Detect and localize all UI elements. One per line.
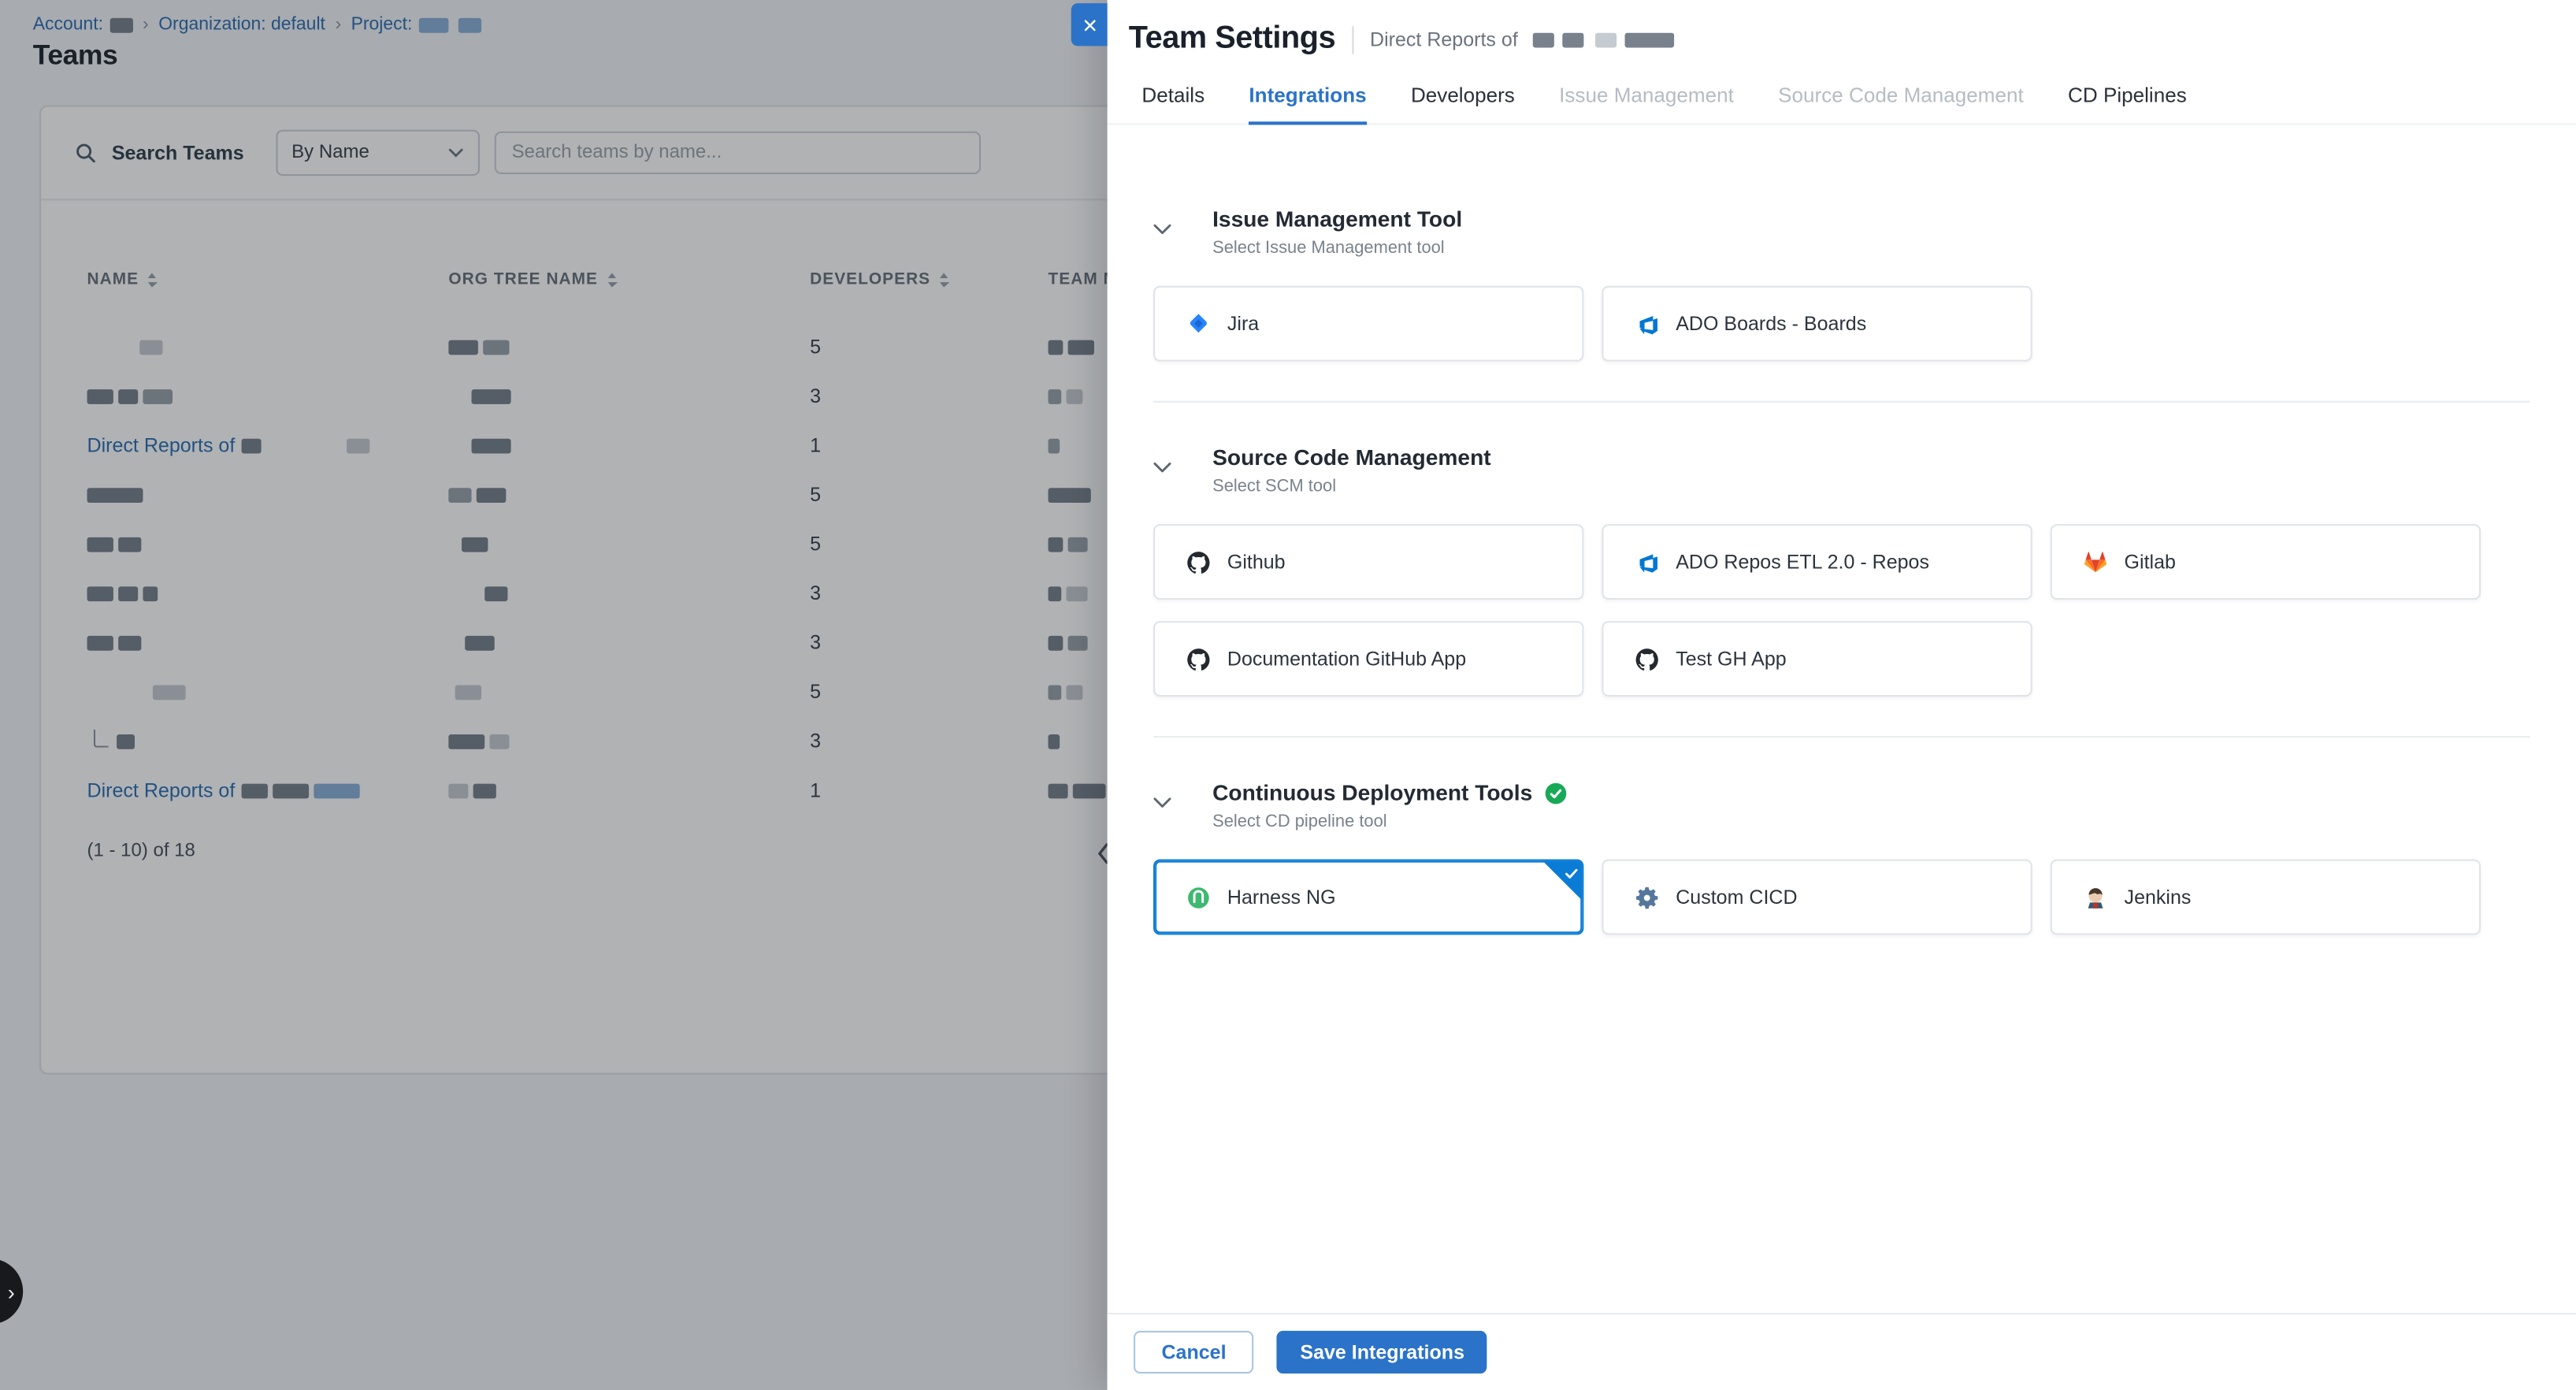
integration-card-documentation-github-app[interactable]: Documentation GitHub App	[1153, 621, 1583, 697]
cancel-button[interactable]: Cancel	[1134, 1331, 1254, 1373]
github-icon	[1635, 646, 1659, 671]
integration-card-test-gh-app[interactable]: Test GH App	[1602, 621, 2032, 697]
integration-card-jenkins[interactable]: Jenkins	[2051, 860, 2481, 935]
integration-card-github[interactable]: Github	[1153, 524, 1583, 600]
tab-integrations[interactable]: Integrations	[1249, 84, 1366, 125]
section-subtitle: Select CD pipeline tool	[1212, 812, 1567, 831]
integration-card-label: Custom CICD	[1676, 886, 1797, 909]
selected-corner-check-icon	[1542, 861, 1582, 901]
harness-icon	[1186, 885, 1211, 909]
github-icon	[1186, 549, 1211, 574]
gitlab-icon	[2083, 549, 2107, 574]
integration-card-custom-cicd[interactable]: Custom CICD	[1602, 860, 2032, 935]
tab-developers[interactable]: Developers	[1411, 84, 1515, 123]
integration-card-ado-repos-etl-2-0-repos[interactable]: ADO Repos ETL 2.0 - Repos	[1602, 524, 2032, 600]
integration-card-label: ADO Repos ETL 2.0 - Repos	[1676, 551, 1929, 574]
section-continuous-deployment-tools: Continuous Deployment Tools Select CD pip…	[1153, 736, 2530, 974]
tab-details[interactable]: Details	[1141, 84, 1204, 123]
section-source-code-management: Source Code Management Select SCM tool Git…	[1153, 401, 2530, 736]
integrations-content: Issue Management Tool Select Issue Manage…	[1108, 151, 2576, 1314]
integration-card-gitlab[interactable]: Gitlab	[2051, 524, 2481, 600]
jira-icon	[1186, 311, 1211, 336]
modal-tabs: Details Integrations Developers Issue Manag…	[1108, 58, 2576, 125]
tab-cd-pipelines[interactable]: CD Pipelines	[2068, 84, 2187, 123]
integration-card-label: Github	[1227, 551, 1286, 574]
github-icon	[1186, 646, 1211, 671]
integration-card-label: Jira	[1227, 312, 1259, 335]
section-subtitle: Select Issue Management tool	[1212, 238, 1462, 258]
integration-card-label: Gitlab	[2125, 551, 2176, 574]
gear-icon	[1635, 885, 1659, 909]
close-button[interactable]	[1071, 3, 1108, 46]
drawer-subtitle: Direct Reports of	[1370, 28, 1518, 50]
drawer-title: Team Settings	[1129, 21, 1335, 58]
collapse-chevron-icon[interactable]	[1153, 780, 1212, 831]
integration-cards: Harness NG Custom CICD Jenkins	[1153, 860, 2530, 935]
team-settings-drawer: Team Settings Direct Reports of Details I…	[1108, 0, 2576, 1390]
redacted-block	[1595, 32, 1616, 47]
integration-card-harness-ng[interactable]: Harness NG	[1153, 860, 1583, 935]
section-subtitle: Select SCM tool	[1212, 477, 1491, 496]
jenkins-icon	[2083, 885, 2107, 909]
collapse-chevron-icon[interactable]	[1153, 445, 1212, 496]
collapse-chevron-icon[interactable]	[1153, 207, 1212, 258]
screen: Account: › Organization: default › Proje…	[0, 0, 2576, 1390]
tab-source-code-management: Source Code Management	[1778, 84, 2024, 123]
section-issue-management-tool: Issue Management Tool Select Issue Manage…	[1153, 151, 2530, 401]
verified-check-icon	[1544, 781, 1567, 804]
redacted-team-name	[1533, 32, 1674, 47]
integration-card-label: Test GH App	[1676, 648, 1787, 671]
redacted-block	[1533, 32, 1554, 47]
header-divider	[1352, 25, 1353, 53]
azure-icon	[1635, 311, 1659, 336]
chevron-right-icon: ›	[8, 1279, 15, 1303]
tab-issue-management: Issue Management	[1559, 84, 1734, 123]
section-title: Issue Management Tool	[1212, 207, 1462, 232]
integration-card-label: Harness NG	[1227, 886, 1336, 909]
drawer-footer: Cancel Save Integrations	[1108, 1313, 2576, 1390]
integration-cards: Jira ADO Boards - Boards	[1153, 286, 2530, 362]
integration-card-label: Jenkins	[2125, 886, 2192, 909]
drawer-header: Team Settings Direct Reports of	[1108, 0, 2576, 58]
redacted-block	[1562, 32, 1583, 47]
integration-card-ado-boards-boards[interactable]: ADO Boards - Boards	[1602, 286, 2032, 362]
integration-card-jira[interactable]: Jira	[1153, 286, 1583, 362]
redacted-block	[1624, 32, 1674, 47]
integration-card-label: Documentation GitHub App	[1227, 648, 1466, 671]
integration-cards: Github ADO Repos ETL 2.0 - Repos Gitlab Doc…	[1153, 524, 2530, 697]
save-integrations-button[interactable]: Save Integrations	[1277, 1331, 1487, 1373]
section-title: Continuous Deployment Tools	[1212, 780, 1532, 805]
integration-card-label: ADO Boards - Boards	[1676, 312, 1866, 335]
section-title: Source Code Management	[1212, 445, 1491, 470]
azure-icon	[1635, 549, 1659, 574]
